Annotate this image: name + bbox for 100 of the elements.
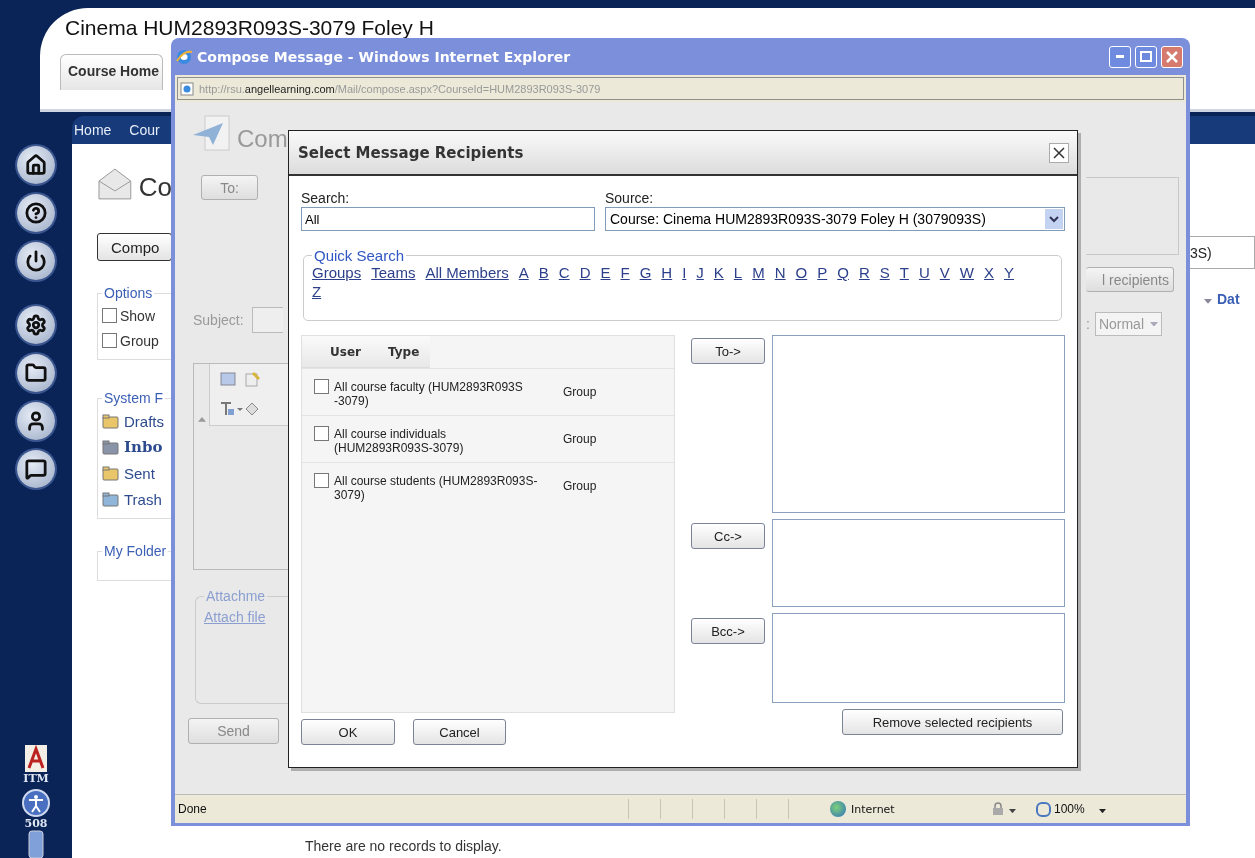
breadcrumb-link[interactable]: Home (74, 122, 112, 138)
filter-link[interactable]: Q (837, 264, 849, 281)
cancel-button[interactable]: Cancel (413, 719, 506, 745)
filter-link[interactable]: Z (312, 283, 322, 300)
filter-link[interactable]: I (682, 264, 687, 281)
sort-icon (1204, 299, 1212, 304)
text-style-icon[interactable] (220, 401, 244, 417)
empty-message: There are no records to display. (305, 838, 503, 854)
filter-link[interactable]: N (774, 264, 786, 281)
source-select[interactable]: Course: Cinema HUM2893R093S-3079 Foley H (3079093S) (605, 207, 1065, 231)
ok-button[interactable]: OK (301, 719, 395, 745)
checkbox-label: Show (120, 307, 156, 324)
checkbox[interactable] (102, 333, 117, 348)
search-field[interactable]: All (301, 207, 595, 231)
phone-icon[interactable] (28, 830, 44, 858)
power-icon[interactable] (17, 242, 55, 280)
envelope-icon (97, 166, 133, 201)
filter-link[interactable]: All Members (425, 264, 509, 281)
priority-label: : (1086, 316, 1090, 332)
filter-link[interactable]: Groups (312, 264, 362, 281)
filter-link[interactable]: W (959, 264, 974, 281)
settings-icon[interactable] (17, 306, 55, 344)
filter-link[interactable]: S (879, 264, 890, 281)
filter-link[interactable]: K (713, 264, 724, 281)
folder-link[interactable]: Inbo (124, 438, 163, 456)
remove-recipients-button[interactable]: Remove selected recipients (842, 709, 1063, 735)
filter-link[interactable]: U (918, 264, 930, 281)
filter-link[interactable]: Y (1004, 264, 1014, 281)
course-title: Cinema HUM2893R093S-3079 Foley H (65, 16, 435, 40)
close-button[interactable] (1049, 142, 1069, 163)
add-recipient-button[interactable]: To-> (691, 338, 765, 364)
filter-link[interactable]: E (600, 264, 611, 281)
type-cell-text: Group (562, 432, 598, 446)
filter-link[interactable]: T (899, 264, 909, 281)
globe-icon (830, 801, 846, 817)
window-title: Compose Message - Windows Internet Explorer (197, 48, 572, 65)
subject-field[interactable] (251, 307, 283, 333)
tool-label: 508 (24, 817, 48, 830)
status-text: Done (177, 802, 208, 816)
address-bar[interactable]: http://rsu.angellearning.com/Mail/compose.aspx?CourseId=HUM2893R093S-3079 (177, 77, 1184, 100)
filter-link[interactable]: X (983, 264, 994, 281)
filter-link[interactable]: D (579, 264, 591, 281)
column-header[interactable]: User (330, 344, 361, 359)
filter-link[interactable]: M (752, 264, 765, 281)
folder-link[interactable]: Sent (124, 464, 155, 482)
font-tool-icon[interactable] (25, 745, 47, 772)
person-icon[interactable] (17, 402, 55, 440)
help-icon[interactable] (17, 194, 55, 232)
caret-icon (1009, 808, 1016, 813)
filter-link[interactable]: V (939, 264, 950, 281)
chat-icon[interactable] (17, 450, 55, 488)
user-cell-text: All course faculty (HUM2893R093S -3079) (334, 379, 524, 408)
maximize-button[interactable] (1135, 45, 1157, 68)
browser-logo-icon (175, 47, 193, 66)
filter-link[interactable]: O (795, 264, 808, 281)
filter-link[interactable]: Teams (371, 264, 416, 281)
course-tab[interactable]: Course Home (60, 54, 164, 90)
accessibility-icon[interactable] (22, 789, 50, 817)
recipient-list[interactable] (772, 519, 1065, 607)
filter-link[interactable]: P (817, 264, 828, 281)
recipient-list[interactable] (772, 613, 1065, 703)
filter-link[interactable]: G (639, 264, 652, 281)
filter-link[interactable]: B (538, 264, 549, 281)
add-recipient-button[interactable]: Bcc-> (691, 618, 765, 644)
dropdown-icon (1045, 209, 1063, 229)
type-cell-text: Group (562, 479, 598, 493)
filter-link[interactable]: J (696, 264, 704, 281)
page-heading: Co (138, 172, 172, 203)
zoom-level[interactable]: 100% (1054, 802, 1085, 816)
checkbox[interactable] (314, 472, 329, 488)
paper-plane-icon (193, 115, 231, 151)
filter-link[interactable]: H (661, 264, 673, 281)
checkbox[interactable] (314, 378, 329, 394)
compose-button[interactable]: Compo (97, 233, 172, 261)
source-label: Source: (605, 190, 655, 206)
folder-link[interactable]: Drafts (124, 412, 164, 430)
column-label: Dat (1217, 291, 1240, 307)
user-cell: All course students (HUM2893R093S-3079) (334, 473, 538, 502)
folder-link[interactable]: Trash (124, 490, 162, 508)
column-header[interactable]: Dat (1190, 291, 1255, 307)
add-recipient-button[interactable]: Cc-> (691, 523, 765, 549)
compose-heading: Com (237, 125, 288, 153)
filter-link[interactable]: A (518, 264, 529, 281)
breadcrumb-link[interactable]: Cour (129, 122, 160, 138)
checkbox[interactable] (314, 425, 329, 441)
filter-link[interactable]: C (558, 264, 570, 281)
maximize-icon (1140, 51, 1152, 62)
fill-icon[interactable] (244, 401, 260, 417)
minimize-button[interactable] (1109, 45, 1131, 68)
quick-search-legend: Quick Search (312, 247, 407, 264)
column-header[interactable]: Type (387, 344, 420, 359)
checkbox-label: Group (120, 332, 159, 349)
filter-link[interactable]: R (858, 264, 870, 281)
folder-icon[interactable] (17, 354, 55, 392)
lock-icon[interactable] (991, 802, 1005, 816)
checkbox[interactable] (102, 308, 117, 323)
user-cell-text: All course individuals (HUM2893R093S-3079) (334, 426, 465, 455)
home-icon[interactable] (17, 146, 55, 184)
filter-link[interactable]: F (620, 264, 630, 281)
filter-link[interactable]: L (733, 264, 743, 281)
